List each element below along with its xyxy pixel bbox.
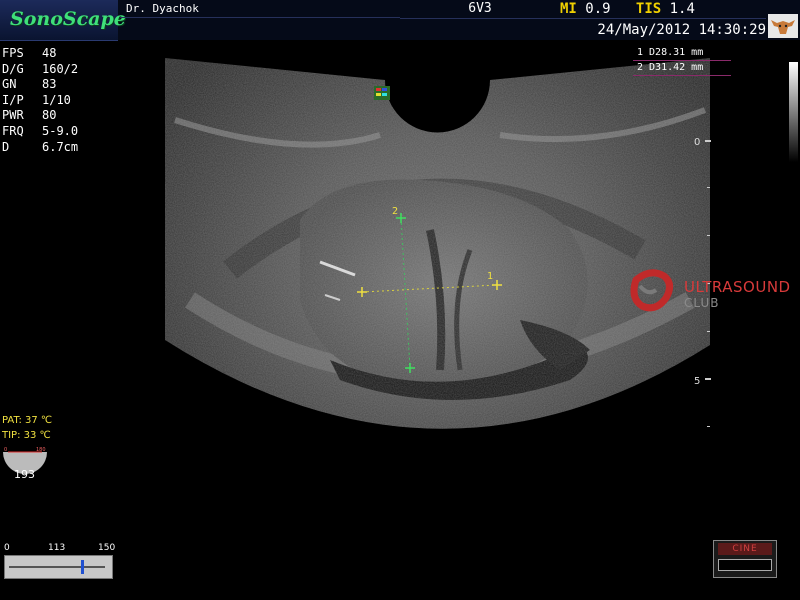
probe-tip-temperature: TIP: 33 ℃ (2, 430, 51, 441)
patient-temperature: PAT: 37 ℃ (2, 415, 53, 426)
cine-panel[interactable]: CINE (713, 540, 777, 578)
cine-progress-bar[interactable] (718, 559, 772, 571)
depth-tick (705, 378, 711, 380)
param-value: 6.7cm (42, 139, 79, 154)
param-value: 80 (42, 108, 57, 123)
param-row: GN 83 (2, 77, 78, 93)
slider-mid: 113 (48, 543, 66, 553)
param-value: 83 (42, 77, 57, 92)
orientation-marker-icon (374, 86, 390, 100)
param-value: 48 (42, 46, 57, 60)
param-key: PWR (2, 108, 24, 123)
param-row: D/G 160/2 (2, 62, 78, 78)
param-key: D (2, 139, 10, 154)
grayscale-bar (789, 62, 798, 162)
param-key: D/G (2, 61, 24, 76)
caliper-label-2: 2 (392, 206, 399, 217)
ultrasound-club-watermark: ULTRASOUND CLUB (626, 268, 796, 318)
watermark-title: ULTRASOUND (684, 278, 791, 296)
measurement-1: 1 D28.31 mm (633, 46, 731, 61)
param-key: FPS (2, 46, 24, 60)
measurement-2: 2 D31.42 mm (633, 61, 731, 76)
param-key: GN (2, 77, 17, 92)
gauge-min: 0 (4, 447, 7, 453)
watermark-subtitle: CLUB (684, 296, 720, 310)
caliper-label-1: 1 (487, 271, 494, 282)
slider-max: 150 (98, 543, 116, 553)
gauge-max: 180 (36, 447, 46, 453)
slider-thumb[interactable] (81, 560, 85, 574)
param-value: 160/2 (42, 61, 79, 76)
param-value: 5-9.0 (42, 123, 79, 138)
param-row: FPS 48 (2, 46, 78, 62)
param-key: FRQ (2, 123, 24, 138)
param-row: D 6.7cm (2, 140, 78, 156)
depth-tick (707, 187, 710, 188)
depth-label-0: 0 (694, 137, 701, 148)
gauge-value: 193 (14, 468, 35, 481)
param-value: 1/10 (42, 92, 71, 107)
slider-track[interactable] (4, 555, 113, 579)
slider-rail (9, 566, 105, 568)
depth-tick (707, 331, 710, 332)
slider-min: 0 (4, 543, 10, 553)
cine-slider[interactable]: 0 113 150 (4, 543, 116, 579)
param-row: FRQ 5-9.0 (2, 124, 78, 140)
param-row: I/P 1/10 (2, 93, 78, 109)
cine-label: CINE (718, 543, 772, 555)
param-row: PWR 80 (2, 108, 78, 124)
imaging-parameters: FPS 48 D/G 160/2 GN 83 I/P 1/10 PWR 80 FRQ 5-9… (2, 46, 78, 155)
measurement-results: 1 D28.31 mm 2 D31.42 mm (633, 46, 731, 76)
depth-label-5: 5 (694, 376, 701, 387)
depth-tick (707, 426, 710, 427)
depth-tick (705, 140, 711, 142)
ultrasound-club-logo-icon (630, 269, 673, 312)
temperature-readout: PAT: 37 ℃ TIP: 33 ℃ (2, 413, 52, 443)
param-key: I/P (2, 92, 24, 107)
depth-tick (707, 235, 710, 236)
